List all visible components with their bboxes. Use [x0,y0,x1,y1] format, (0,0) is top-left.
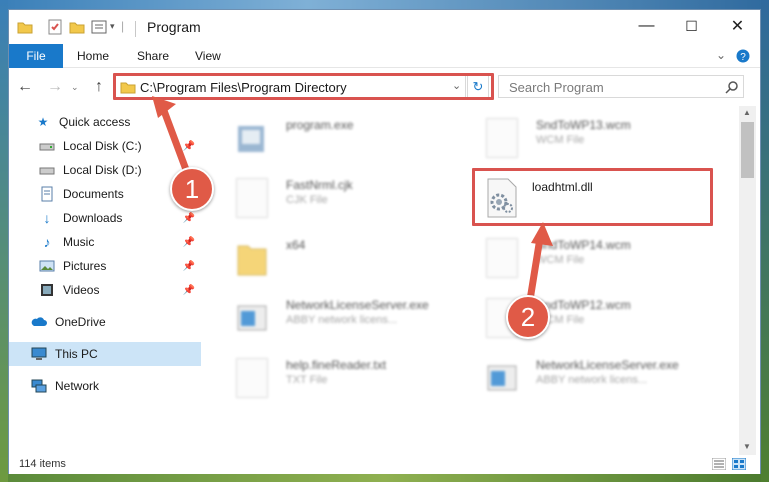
arrow-2 [526,234,544,304]
arrow-1 [159,104,192,179]
annotation-overlay [152,96,553,304]
step-badge-2: 2 [506,295,550,339]
arrow-2-head [531,222,553,246]
step-badge-1: 1 [170,167,214,211]
